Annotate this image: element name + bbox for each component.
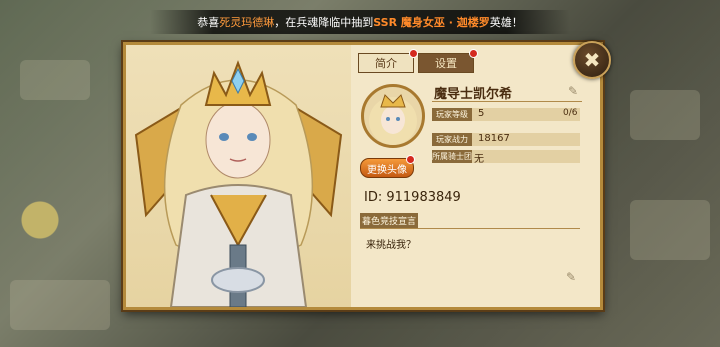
declaration-tag: 暮色竞技宣言 (360, 213, 418, 228)
map-building (630, 200, 710, 260)
announcement-text-1: 恭喜 (197, 16, 220, 29)
announcement-hero: SSR 魔身女巫 · 迦楼罗 (373, 16, 490, 29)
level-value: 5 (478, 108, 485, 119)
guild-bar (472, 150, 580, 163)
map-building (20, 60, 90, 100)
notification-dot (409, 49, 418, 58)
announcement-player: 死灵玛德琳 (219, 16, 275, 29)
tab-settings-label: 设置 (435, 57, 457, 70)
player-name: 魔导士凯尔希 (434, 87, 513, 102)
notification-dot (469, 49, 478, 58)
announcement-text-2: ，在兵魂降临中抽到 (274, 16, 374, 29)
announcement-text-3: 英雄！ (489, 16, 523, 29)
guild-value: 无 (474, 154, 484, 165)
power-value: 18167 (478, 133, 510, 144)
guild-label: 所属骑士团 (432, 150, 472, 163)
divider (432, 101, 582, 102)
notification-dot (406, 155, 415, 164)
map-building (630, 90, 700, 140)
close-button[interactable]: ✖ (573, 41, 611, 79)
player-id: ID: 911983849 (364, 190, 461, 205)
avatar[interactable] (361, 84, 425, 148)
level-progress: 0/6 (563, 108, 578, 118)
hero-portrait (126, 45, 351, 307)
announcement-banner: 恭喜 死灵玛德琳 ，在兵魂降临中抽到 SSR 魔身女巫 · 迦楼罗 英雄！ (150, 10, 570, 34)
tab-settings[interactable]: 设置 (418, 53, 474, 73)
edit-declaration-icon[interactable]: ✎ (566, 270, 576, 284)
tab-intro-label: 简介 (375, 57, 397, 70)
power-label: 玩家战力 (432, 133, 472, 146)
tab-intro[interactable]: 简介 (358, 53, 414, 73)
map-building (10, 280, 110, 330)
level-label: 玩家等级 (432, 108, 472, 121)
declaration-text: 来挑战我？ (366, 240, 416, 251)
close-icon: ✖ (583, 48, 601, 72)
edit-name-icon[interactable]: ✎ (568, 84, 578, 98)
